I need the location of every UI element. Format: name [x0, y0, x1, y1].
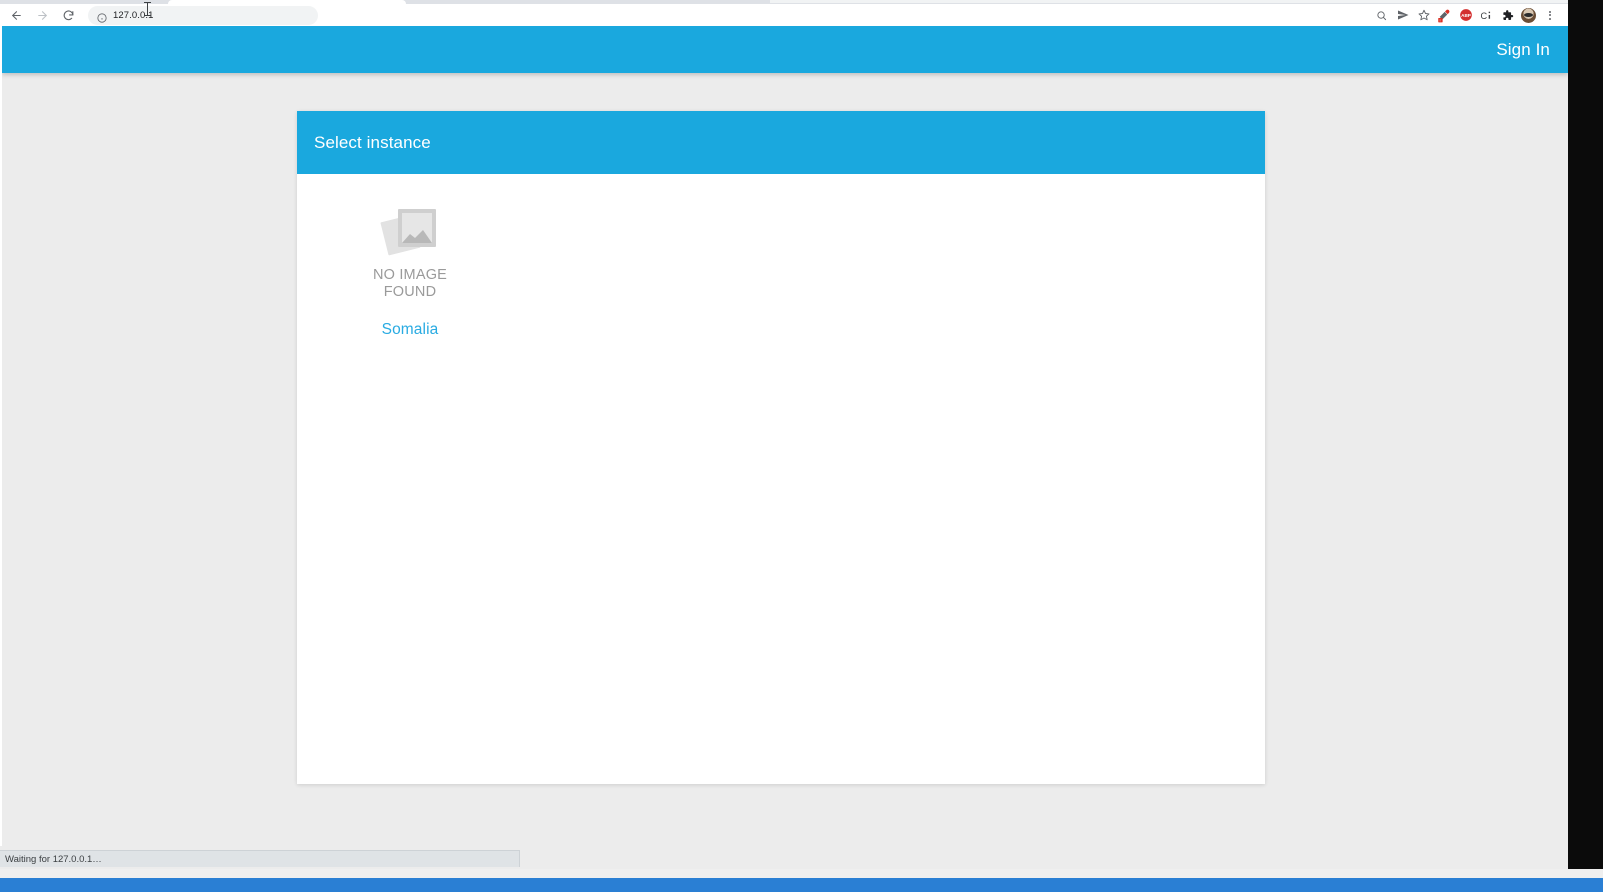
no-image-block: NO IMAGE FOUND: [355, 204, 465, 301]
status-bar-area: Waiting for 127.0.0.1…: [0, 846, 1568, 869]
info-circle-icon[interactable]: [97, 10, 107, 23]
card-header: Select instance: [297, 111, 1265, 174]
desktop-background-strip: [0, 869, 1603, 878]
text-cursor-pointer: [144, 2, 151, 16]
status-text: Waiting for 127.0.0.1…: [5, 853, 102, 865]
svg-text:C: C: [1481, 10, 1488, 20]
send-share-icon[interactable]: [1392, 5, 1413, 25]
card-body: NO IMAGE FOUND Somalia: [297, 174, 1265, 784]
bookmark-star-icon[interactable]: [1413, 5, 1434, 25]
avatar: [1521, 7, 1536, 23]
clipboard-extension-icon[interactable]: C: [1476, 5, 1497, 25]
address-bar[interactable]: 127.0.0.1: [88, 5, 318, 25]
profile-avatar-icon[interactable]: [1518, 5, 1539, 25]
adblock-extension-icon[interactable]: ABP: [1455, 5, 1476, 25]
browser-tab-strip-empty: [770, 0, 1568, 3]
browser-window: 127.0.0.1 i ABP C Sign In Select instanc…: [0, 0, 1568, 869]
page-viewport: Sign In Select instance NO IMAGE FOUND S…: [2, 26, 1568, 846]
instance-name-link[interactable]: Somalia: [382, 321, 439, 339]
color-picker-extension-icon[interactable]: i: [1434, 5, 1455, 25]
no-image-found-label: NO IMAGE FOUND: [372, 267, 448, 300]
svg-text:ABP: ABP: [1461, 13, 1471, 18]
extensions-puzzle-icon[interactable]: [1497, 5, 1518, 25]
toolbar-icon-group: i ABP C: [1371, 5, 1568, 25]
zoom-magnifier-icon[interactable]: [1371, 5, 1392, 25]
back-arrow-icon[interactable]: [6, 5, 26, 25]
desktop-right-edge: [1568, 0, 1603, 869]
sign-in-link[interactable]: Sign In: [1496, 40, 1550, 60]
status-bubble: Waiting for 127.0.0.1…: [0, 850, 520, 867]
forward-arrow-icon: [32, 5, 52, 25]
no-image-placeholder-icon: [380, 204, 438, 258]
os-taskbar: [0, 878, 1603, 892]
card-title: Select instance: [314, 132, 431, 152]
browser-menu-icon[interactable]: [1539, 5, 1560, 25]
site-navbar: Sign In: [2, 26, 1568, 73]
select-instance-card: Select instance NO IMAGE FOUND Somalia: [297, 111, 1265, 784]
reload-icon[interactable]: [58, 5, 78, 25]
instance-tile-somalia[interactable]: NO IMAGE FOUND Somalia: [335, 204, 485, 339]
svg-text:i: i: [1440, 18, 1441, 22]
browser-toolbar: 127.0.0.1 i ABP C: [0, 2, 1568, 26]
